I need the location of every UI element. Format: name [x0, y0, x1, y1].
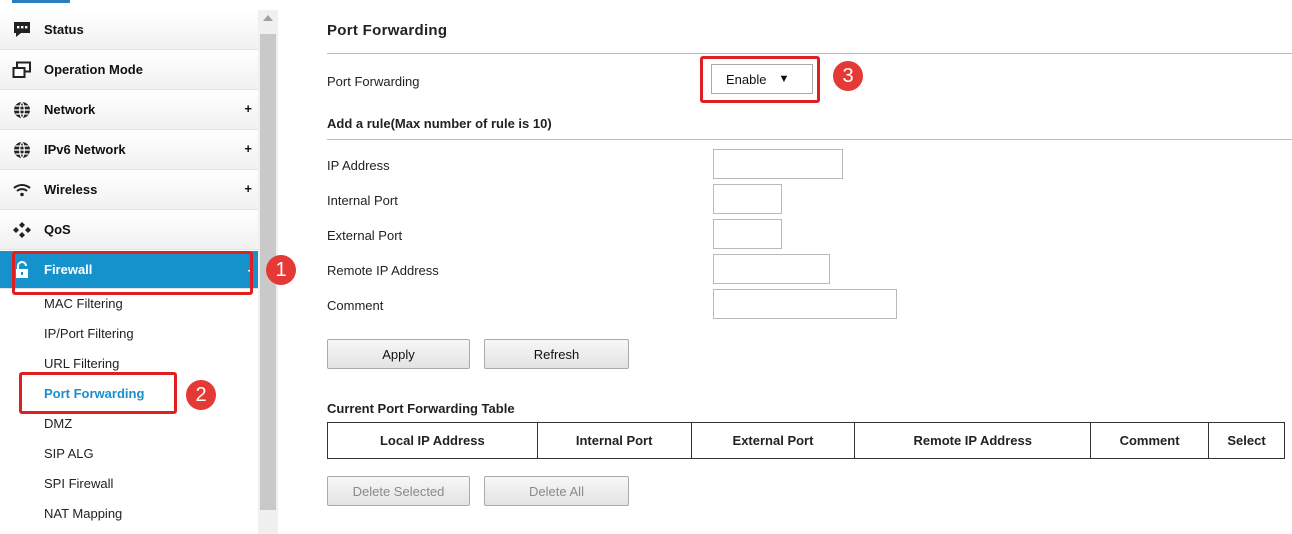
external-port-label: External Port — [327, 228, 403, 243]
remote-ip-input[interactable] — [713, 254, 830, 284]
submenu-item-url-filtering[interactable]: URL Filtering — [0, 349, 258, 379]
sidebar-item-label: Status — [44, 22, 84, 37]
page-title: Port Forwarding — [327, 22, 448, 39]
collapse-icon: - — [247, 262, 252, 277]
apply-button[interactable]: Apply — [327, 339, 470, 369]
submenu-item-port-forwarding[interactable]: Port Forwarding — [0, 379, 258, 409]
submenu-item-mac-filtering[interactable]: MAC Filtering — [0, 289, 258, 319]
window-icon — [12, 60, 32, 80]
comment-label: Comment — [327, 298, 384, 313]
sidebar-nav: Status Operation Mode Network + IPv6 Net… — [0, 10, 258, 529]
sidebar-item-label: Wireless — [44, 182, 98, 197]
sidebar-item-label: Operation Mode — [44, 62, 143, 77]
column-header: External Port — [690, 422, 856, 459]
sidebar-item-qos[interactable]: QoS — [0, 210, 258, 250]
column-header: Remote IP Address — [854, 422, 1092, 459]
sidebar-item-wireless[interactable]: Wireless + — [0, 170, 258, 210]
globe-icon — [12, 100, 32, 120]
dropdown-arrow-icon: ▼ — [778, 73, 790, 85]
ip-address-input[interactable] — [713, 149, 843, 179]
port-forwarding-label: Port Forwarding — [327, 74, 420, 89]
sidebar-item-label: Network — [44, 102, 96, 117]
submenu-item-dmz[interactable]: DMZ — [0, 409, 258, 439]
ip-address-label: IP Address — [327, 158, 390, 173]
submenu-item-spi-firewall[interactable]: SPI Firewall — [0, 469, 258, 499]
sidebar-item-label: Firewall — [44, 262, 93, 277]
select-value: Enable — [726, 71, 767, 87]
submenu-item-ip-port-filtering[interactable]: IP/Port Filtering — [0, 319, 258, 349]
internal-port-label: Internal Port — [327, 193, 398, 208]
column-header: Local IP Address — [327, 422, 538, 459]
firewall-submenu: MAC Filtering IP/Port Filtering URL Filt… — [0, 289, 258, 529]
internal-port-input[interactable] — [713, 184, 782, 214]
column-header: Comment — [1090, 422, 1210, 459]
sidebar-item-label: IPv6 Network — [44, 142, 126, 157]
globe-icon — [12, 140, 32, 160]
annotation-marker-1: 1 — [266, 255, 296, 285]
chat-bubble-icon — [12, 20, 32, 40]
port-forwarding-table: Local IP Address Internal Port External … — [327, 422, 1285, 459]
expand-icon: + — [244, 101, 252, 116]
sidebar-item-firewall[interactable]: Firewall - — [0, 251, 258, 289]
sidebar-item-label: QoS — [44, 222, 71, 237]
scroll-up-arrow-icon[interactable] — [263, 15, 273, 21]
add-rule-title: Add a rule(Max number of rule is 10) — [327, 116, 552, 131]
lock-icon — [12, 260, 32, 280]
delete-all-button[interactable]: Delete All — [484, 476, 629, 506]
remote-ip-label: Remote IP Address — [327, 263, 439, 278]
expand-icon: + — [244, 141, 252, 156]
column-header: Internal Port — [536, 422, 692, 459]
sidebar-item-status[interactable]: Status — [0, 10, 258, 50]
table-title: Current Port Forwarding Table — [327, 401, 515, 416]
column-header: Select — [1208, 422, 1285, 459]
qos-icon — [12, 220, 32, 240]
submenu-item-sip-alg[interactable]: SIP ALG — [0, 439, 258, 469]
annotation-marker-2: 2 — [186, 380, 216, 410]
port-forwarding-select[interactable]: Enable ▼ — [711, 64, 813, 94]
delete-selected-button[interactable]: Delete Selected — [327, 476, 470, 506]
top-accent-strip — [12, 0, 70, 3]
sidebar-item-ipv6-network[interactable]: IPv6 Network + — [0, 130, 258, 170]
sidebar-item-operation-mode[interactable]: Operation Mode — [0, 50, 258, 90]
table-header-row: Local IP Address Internal Port External … — [327, 422, 1285, 459]
wifi-icon — [12, 180, 32, 200]
annotation-marker-3: 3 — [833, 61, 863, 91]
divider — [327, 53, 1292, 54]
comment-input[interactable] — [713, 289, 897, 319]
expand-icon: + — [244, 181, 252, 196]
sidebar: Status Operation Mode Network + IPv6 Net… — [0, 10, 280, 534]
divider — [327, 139, 1292, 140]
external-port-input[interactable] — [713, 219, 782, 249]
sidebar-item-network[interactable]: Network + — [0, 90, 258, 130]
submenu-item-nat-mapping[interactable]: NAT Mapping — [0, 499, 258, 529]
refresh-button[interactable]: Refresh — [484, 339, 629, 369]
